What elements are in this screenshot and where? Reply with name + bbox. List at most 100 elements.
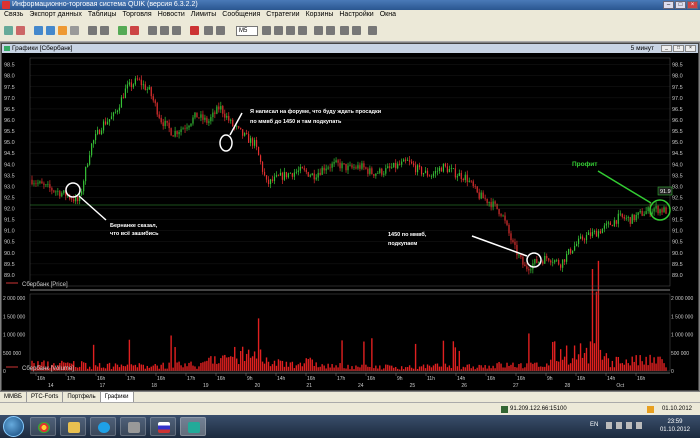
- arrow-tool-icon[interactable]: [352, 26, 361, 35]
- volume-bar: [192, 365, 194, 371]
- start-button[interactable]: [3, 416, 24, 437]
- candle-body: [281, 172, 284, 180]
- tab-rts-forts[interactable]: РТС-Forts: [27, 392, 64, 402]
- language-indicator[interactable]: EN: [590, 422, 598, 428]
- volume-bars: [31, 260, 667, 371]
- candle-body: [254, 139, 256, 146]
- save-icon[interactable]: [100, 26, 109, 35]
- warning-icon: [647, 406, 654, 413]
- filter-icon[interactable]: [148, 26, 157, 35]
- volume-bar: [565, 345, 568, 371]
- menu-windows[interactable]: Окна: [380, 10, 396, 20]
- taskbar-app-4[interactable]: [120, 417, 146, 436]
- volume-bar: [603, 356, 606, 371]
- candle-body: [560, 264, 562, 268]
- chart-minimize-button[interactable]: _: [661, 45, 672, 52]
- volume-bar: [277, 359, 280, 371]
- candle-body: [613, 220, 615, 227]
- candle-body: [128, 82, 130, 85]
- time-axis: 16h 17h 16h 17h 16h 17h 16h 9h 14h 16h 17h 16h 9h 11h…: [35, 373, 646, 389]
- taskbar-chrome[interactable]: [30, 417, 56, 436]
- minimize-button[interactable]: –: [663, 1, 674, 9]
- menu-connection[interactable]: Связь: [4, 10, 23, 20]
- menu-export[interactable]: Экспорт данных: [29, 10, 82, 20]
- candle-body: [611, 225, 613, 227]
- clock[interactable]: 23:59 01.10.2012: [660, 418, 690, 434]
- candle-body: [462, 179, 464, 181]
- zoom-in-icon[interactable]: [274, 26, 283, 35]
- print-icon[interactable]: [88, 26, 97, 35]
- alert-icon[interactable]: [190, 26, 199, 35]
- connect-icon[interactable]: [4, 26, 13, 35]
- chart-maximize-button[interactable]: □: [673, 45, 684, 52]
- order-icon[interactable]: [46, 26, 55, 35]
- layout-icon[interactable]: [216, 26, 225, 35]
- volume-bar: [212, 363, 214, 371]
- x-hour-label: 17h: [67, 376, 76, 382]
- buy-icon[interactable]: [118, 26, 127, 35]
- volume-bar: [665, 367, 667, 371]
- maximize-button[interactable]: □: [675, 1, 686, 9]
- volume-bar: [589, 341, 592, 371]
- volume-bar: [460, 369, 462, 371]
- table-icon[interactable]: [204, 26, 213, 35]
- menu-messages[interactable]: Сообщения: [222, 10, 260, 20]
- find-icon[interactable]: [172, 26, 181, 35]
- taskbar-quik[interactable]: [180, 417, 206, 436]
- menu-baskets[interactable]: Корзины: [306, 10, 334, 20]
- menu-limits[interactable]: Лимиты: [191, 10, 216, 20]
- price-volume-chart[interactable]: 98.5 98.0 97.5 97.0 96.5 96.0 95.5 95.0 94.5 94.0…: [2, 53, 698, 390]
- tab-mmvb[interactable]: ММВБ: [0, 392, 27, 402]
- tab-charts[interactable]: Графики: [100, 392, 134, 402]
- candle-body: [265, 175, 268, 180]
- candle-body: [81, 191, 83, 195]
- fib-icon[interactable]: [368, 26, 377, 35]
- candle-body: [240, 127, 242, 130]
- volume-bar: [116, 364, 119, 371]
- settings-icon[interactable]: [70, 26, 79, 35]
- menu-news[interactable]: Новости: [158, 10, 185, 20]
- trendline-icon[interactable]: [314, 26, 323, 35]
- sell-icon[interactable]: [130, 26, 139, 35]
- volume-bar: [426, 364, 429, 371]
- menu-settings[interactable]: Настройки: [339, 10, 373, 20]
- interval-icon[interactable]: [262, 26, 271, 35]
- network-icon[interactable]: [636, 422, 642, 429]
- taskbar-explorer[interactable]: [60, 417, 86, 436]
- candle-body: [210, 117, 212, 122]
- volume-icon[interactable]: [626, 422, 632, 429]
- text-tool-icon[interactable]: [340, 26, 349, 35]
- volume-bar: [661, 359, 663, 371]
- candle-body: [279, 172, 282, 176]
- x-hour-label: 17h: [337, 376, 346, 382]
- chart-close-button[interactable]: ×: [685, 45, 696, 52]
- taskbar-skype[interactable]: [90, 417, 116, 436]
- candle-body: [542, 261, 544, 264]
- volume-bar: [327, 363, 329, 371]
- sort-icon[interactable]: [160, 26, 169, 35]
- candle-body: [365, 167, 367, 169]
- close-button[interactable]: ×: [687, 1, 698, 9]
- timeframe-select[interactable]: M5: [236, 26, 258, 36]
- menu-trading[interactable]: Торговля: [122, 10, 151, 20]
- new-table-icon[interactable]: [34, 26, 43, 35]
- candle-body: [85, 166, 87, 182]
- menu-tables[interactable]: Таблицы: [88, 10, 117, 20]
- chart-icon[interactable]: [58, 26, 67, 35]
- tray-icon-2[interactable]: [616, 422, 622, 429]
- tray-icon-1[interactable]: [606, 422, 612, 429]
- candle-body: [621, 213, 623, 217]
- candle-body: [140, 79, 142, 86]
- menu-strategies[interactable]: Стратегии: [266, 10, 299, 20]
- volume-bar: [154, 363, 156, 371]
- taskbar-flag-app[interactable]: [150, 417, 176, 436]
- crosshair-icon[interactable]: [298, 26, 307, 35]
- channel-icon[interactable]: [326, 26, 335, 35]
- volume-bar: [220, 358, 222, 371]
- tab-portfolio[interactable]: Портфель: [63, 392, 101, 402]
- zoom-out-icon[interactable]: [286, 26, 295, 35]
- volume-bar: [557, 361, 560, 371]
- disconnect-icon[interactable]: [16, 26, 25, 35]
- volume-bar: [365, 364, 367, 371]
- candle-body: [327, 167, 329, 169]
